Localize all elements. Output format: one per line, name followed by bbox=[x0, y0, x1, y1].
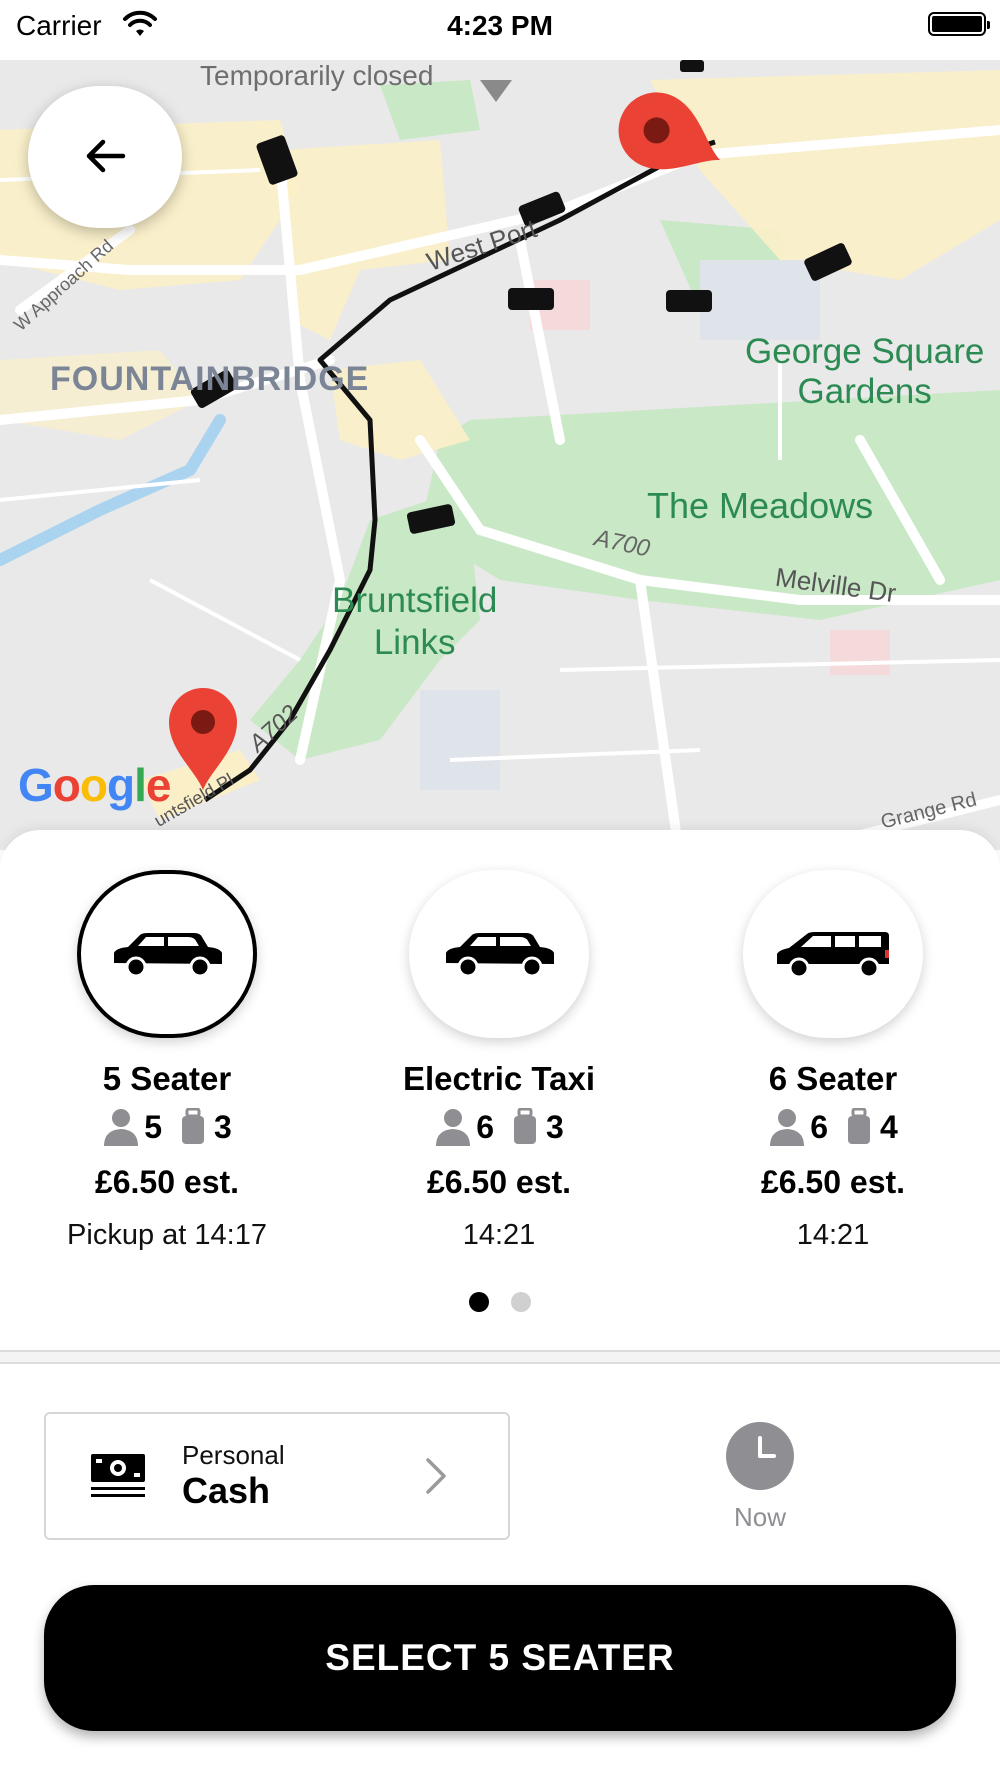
map-label-george-square: George Square Gardens bbox=[745, 332, 985, 411]
passenger-count: 6 bbox=[476, 1108, 494, 1145]
vehicle-price: £6.50 est. bbox=[760, 1164, 906, 1200]
map-label-the-meadows: The Meadows bbox=[647, 485, 874, 526]
cash-icon bbox=[91, 1454, 145, 1497]
vehicle-capacity: 6 3 bbox=[344, 1108, 654, 1146]
chevron-right-icon bbox=[426, 1458, 446, 1494]
taxi-icon bbox=[114, 933, 222, 977]
vehicle-option-electric-taxi[interactable]: Electric Taxi 6 3 £6.50 est. 14:21 bbox=[344, 870, 654, 1252]
select-vehicle-button[interactable]: SELECT 5 SEATER bbox=[44, 1585, 956, 1731]
vehicle-capacity: 6 4 bbox=[678, 1108, 988, 1146]
taxi-icon bbox=[446, 933, 554, 977]
passenger-count: 6 bbox=[810, 1108, 828, 1145]
schedule-now-button[interactable]: Now bbox=[705, 1422, 815, 1533]
luggage-icon bbox=[848, 1108, 870, 1144]
battery-icon bbox=[928, 12, 990, 36]
payment-method-selector[interactable]: Personal Cash bbox=[44, 1412, 510, 1540]
vehicle-pickup-time: 14:21 bbox=[796, 1219, 870, 1251]
page-indicator bbox=[0, 1292, 1000, 1317]
vehicle-price: £6.50 est. bbox=[94, 1164, 240, 1200]
person-icon bbox=[104, 1109, 139, 1146]
vehicle-option-5-seater[interactable]: 5 Seater 5 3 £6.50 est. Pickup at 14:17 bbox=[12, 870, 322, 1252]
vehicle-pickup-time: Pickup at 14:17 bbox=[67, 1219, 267, 1251]
page-dot[interactable] bbox=[511, 1292, 531, 1312]
map-label-fountainbridge: FOUNTAINBRIDGE bbox=[50, 360, 370, 398]
luggage-count: 3 bbox=[214, 1108, 232, 1145]
vehicle-name: 6 Seater bbox=[768, 1060, 898, 1097]
vehicle-pickup-time: 14:21 bbox=[462, 1219, 536, 1251]
vehicle-icon-circle[interactable] bbox=[409, 870, 589, 1038]
vehicle-capacity: 5 3 bbox=[12, 1108, 322, 1146]
vehicle-icon-circle[interactable] bbox=[743, 870, 923, 1038]
vehicle-option-6-seater[interactable]: 6 Seater 6 4 £6.50 est. 14:21 bbox=[678, 870, 988, 1252]
clock-time: 4:23 PM bbox=[447, 10, 553, 41]
payment-account-type: Personal bbox=[182, 1440, 285, 1470]
vehicle-icon-circle[interactable] bbox=[77, 870, 257, 1038]
status-bar: Carrier 4:23 PM bbox=[0, 0, 1000, 60]
clock-icon bbox=[726, 1422, 794, 1490]
vehicle-price: £6.50 est. bbox=[426, 1164, 572, 1200]
page-dot-active[interactable] bbox=[469, 1292, 489, 1312]
luggage-icon bbox=[514, 1108, 536, 1144]
arrow-left-icon bbox=[86, 139, 126, 173]
schedule-label: Now bbox=[733, 1502, 786, 1532]
map-label-bruntsfield-links: Bruntsfield Links bbox=[332, 581, 498, 662]
luggage-count: 3 bbox=[546, 1108, 564, 1145]
vehicle-name: Electric Taxi bbox=[403, 1060, 595, 1097]
luggage-icon bbox=[182, 1108, 204, 1144]
person-icon bbox=[770, 1109, 805, 1146]
passenger-count: 5 bbox=[144, 1108, 162, 1145]
vehicle-name: 5 Seater bbox=[102, 1060, 232, 1097]
van-icon bbox=[777, 932, 889, 978]
google-logo: Google bbox=[18, 759, 171, 811]
back-button[interactable] bbox=[28, 86, 182, 228]
payment-method-label: Cash bbox=[182, 1470, 271, 1511]
vehicle-selection-sheet: 5 Seater 5 3 £6.50 est. Pickup at 14:17 … bbox=[0, 830, 1000, 1778]
section-divider bbox=[0, 1350, 1000, 1364]
luggage-count: 4 bbox=[880, 1108, 898, 1145]
person-icon bbox=[436, 1109, 471, 1146]
map-label-temporarily-closed: Temporarily closed bbox=[200, 60, 434, 91]
